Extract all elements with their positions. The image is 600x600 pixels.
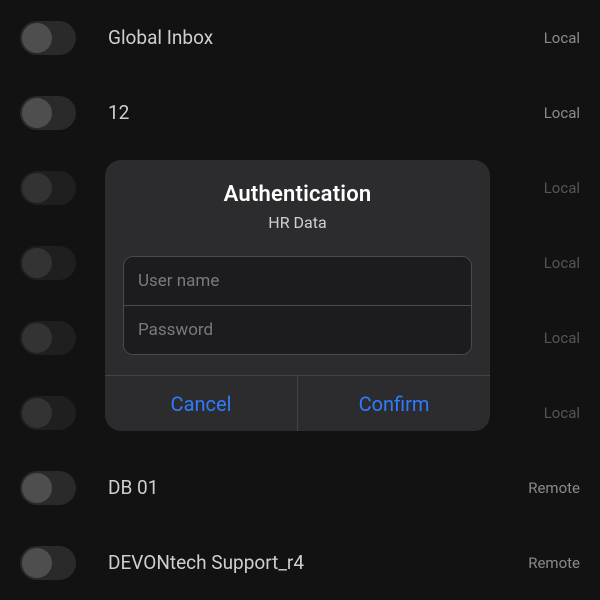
- list-item-label: 12: [108, 101, 544, 124]
- password-field[interactable]: [124, 306, 471, 354]
- list-item-meta: Local: [544, 254, 580, 272]
- list-item-label: Global Inbox: [108, 26, 544, 49]
- list-item[interactable]: DEVONtech Support_r4 Remote: [0, 525, 600, 600]
- list-item[interactable]: Global Inbox Local: [0, 0, 600, 75]
- toggle-knob-icon: [22, 248, 52, 278]
- toggle-knob-icon: [22, 98, 52, 128]
- confirm-button[interactable]: Confirm: [298, 376, 490, 431]
- list-item-label: DB 01: [108, 476, 528, 499]
- list-item-meta: Remote: [528, 554, 580, 572]
- list-item-meta: Local: [544, 179, 580, 197]
- toggle-knob-icon: [22, 323, 52, 353]
- dialog-title: Authentication: [125, 182, 470, 207]
- list-item-meta: Local: [544, 329, 580, 347]
- dialog-subtitle: HR Data: [125, 213, 470, 232]
- authentication-dialog: Authentication HR Data Cancel Confirm: [105, 160, 490, 431]
- dialog-header: Authentication HR Data: [105, 160, 490, 246]
- toggle-switch[interactable]: [20, 321, 76, 355]
- toggle-knob-icon: [22, 173, 52, 203]
- toggle-switch[interactable]: [20, 171, 76, 205]
- toggle-knob-icon: [22, 473, 52, 503]
- cancel-button[interactable]: Cancel: [105, 376, 297, 431]
- list-item-meta: Local: [544, 29, 580, 47]
- toggle-switch[interactable]: [20, 546, 76, 580]
- toggle-switch[interactable]: [20, 21, 76, 55]
- toggle-knob-icon: [22, 548, 52, 578]
- list-item-meta: Remote: [528, 479, 580, 497]
- list-item[interactable]: 12 Local: [0, 75, 600, 150]
- dialog-body: [105, 246, 490, 375]
- toggle-knob-icon: [22, 398, 52, 428]
- toggle-switch[interactable]: [20, 96, 76, 130]
- toggle-switch[interactable]: [20, 471, 76, 505]
- toggle-knob-icon: [22, 23, 52, 53]
- list-item-meta: Local: [544, 104, 580, 122]
- credential-fields: [123, 256, 472, 355]
- list-item[interactable]: DB 01 Remote: [0, 450, 600, 525]
- username-field[interactable]: [124, 257, 471, 305]
- dialog-actions: Cancel Confirm: [105, 375, 490, 431]
- toggle-switch[interactable]: [20, 396, 76, 430]
- list-item-label: DEVONtech Support_r4: [108, 551, 528, 574]
- toggle-switch[interactable]: [20, 246, 76, 280]
- list-item-meta: Local: [544, 404, 580, 422]
